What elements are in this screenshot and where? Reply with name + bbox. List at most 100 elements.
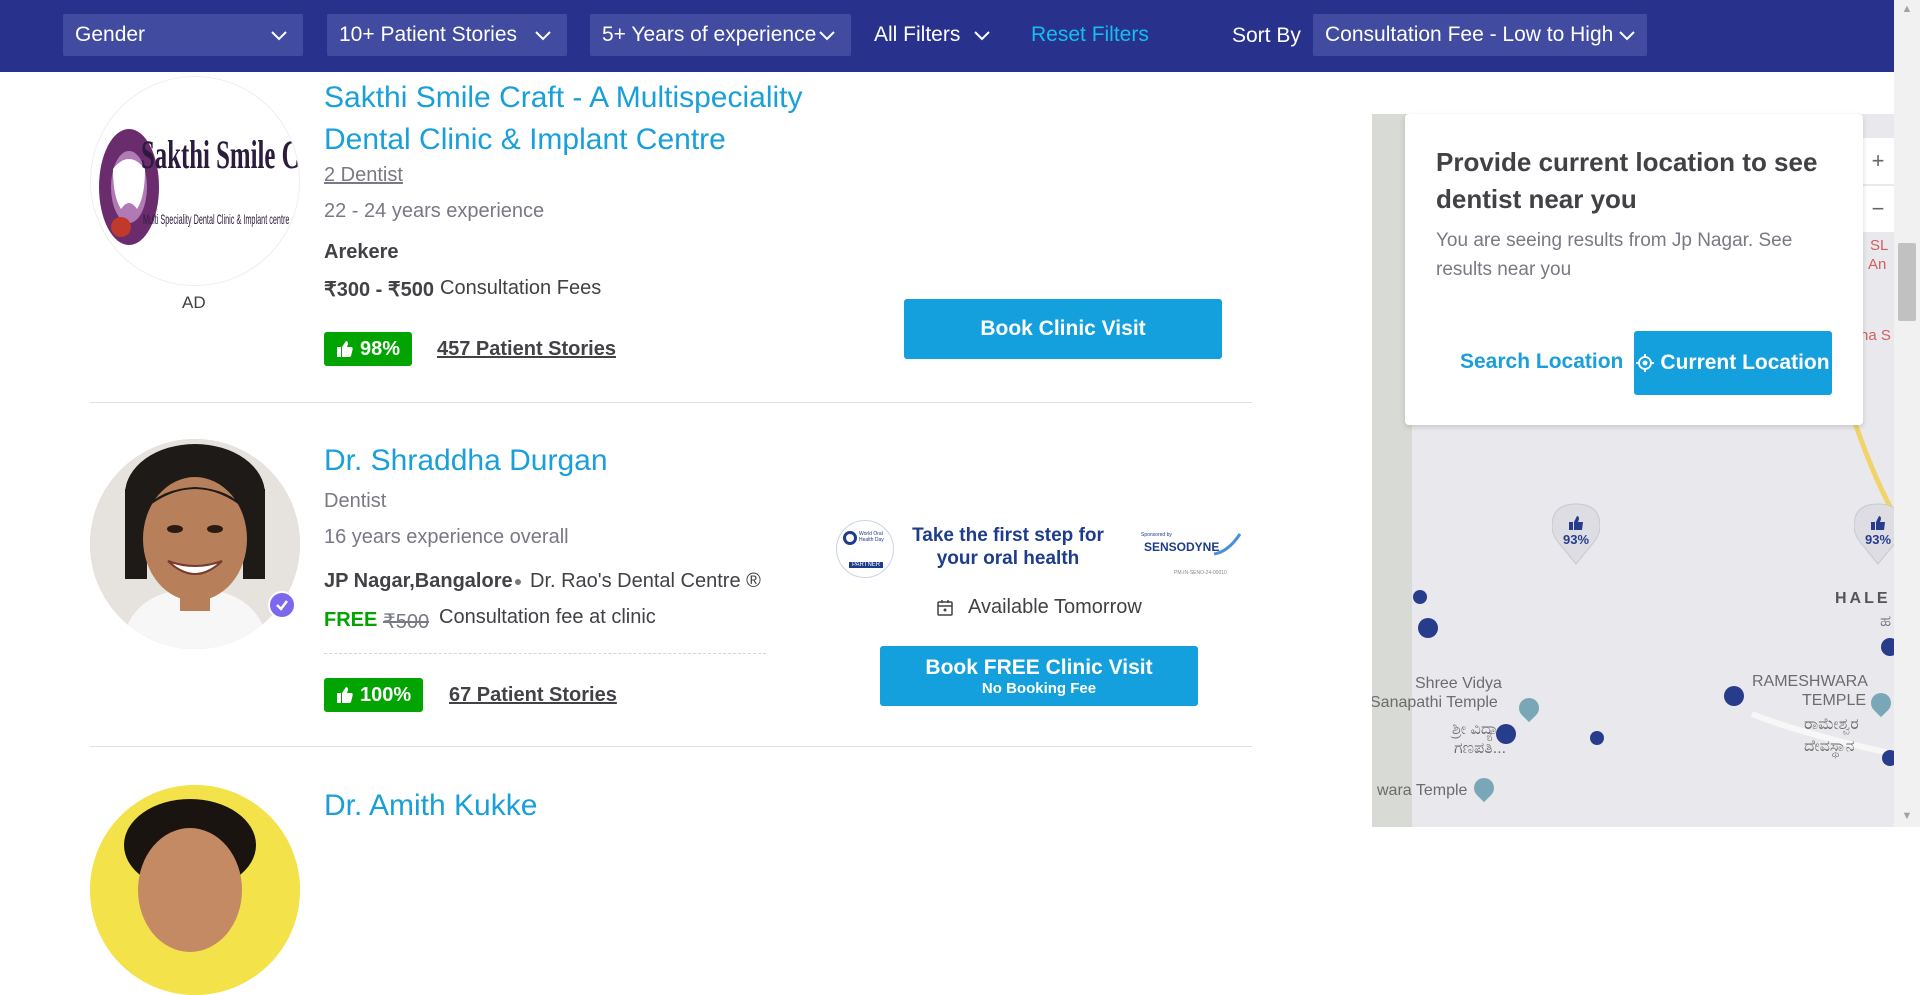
clinic-fee-range: ₹300 - ₹500 [324, 279, 434, 301]
no-booking-fee-label: No Booking Fee [981, 679, 1097, 697]
map-dot[interactable] [1724, 686, 1744, 706]
sort-select[interactable]: Consultation Fee - Low to High [1313, 14, 1647, 56]
map-label: ಗಣಪತಿ... [1454, 740, 1507, 757]
calendar-icon [937, 599, 953, 616]
map-label: TEMPLE [1802, 692, 1867, 709]
doctor-experience: 16 years experience overall [324, 526, 569, 548]
sort-select-value: Consultation Fee - Low to High [1325, 23, 1614, 46]
promo-line-2: your oral health [936, 548, 1080, 569]
map-label: wara Temple [1377, 782, 1468, 799]
promo-code: PM-IN-SENO-24-00010 [1174, 570, 1227, 576]
availability-row: Available Tomorrow [936, 596, 1142, 619]
badge-top-text: World Oral Health Day [859, 531, 884, 543]
current-location-label: Current Location [1660, 351, 1830, 374]
chevron-down-icon [1619, 31, 1635, 41]
clinic-location: Arekere [324, 241, 399, 263]
map-label: Shree Vidya [1415, 675, 1502, 692]
map-label: ಶ್ರೀ ವಿದ್ಯಾ [1452, 721, 1500, 738]
map-label: ರಾಮೇಶ್ವರ [1804, 716, 1859, 733]
doctor-fee-label: Consultation fee at clinic [439, 606, 656, 628]
map-dot[interactable] [1418, 618, 1438, 638]
scrollbar-thumb[interactable] [1898, 243, 1916, 321]
fee-strikethrough: ₹500 [383, 611, 430, 633]
clinic-name-line2[interactable]: Dental Clinic & Implant Centre [324, 119, 726, 161]
filter-bar: Gender 10+ Patient Stories 5+ Years of e… [0, 0, 1894, 72]
promo-line-1: Take the first step for [912, 525, 1104, 546]
card-divider [90, 402, 1252, 403]
scroll-up-arrow-icon[interactable]: ▲ [1900, 2, 1914, 16]
dashed-divider [324, 653, 766, 654]
map-label: ಹ [1880, 613, 1892, 630]
doctor-name[interactable]: Dr. Shraddha Durgan [324, 440, 608, 482]
map-dot[interactable] [1496, 724, 1516, 744]
doctor-photo[interactable] [90, 785, 300, 995]
sort-by-label: Sort By [1232, 24, 1301, 47]
logo-text: Sakthi Smile Craft [141, 132, 300, 177]
locate-icon [1636, 354, 1655, 372]
map-dot[interactable] [1590, 731, 1604, 745]
all-filters-button[interactable]: All Filters [874, 14, 992, 56]
map-pin-rating: 93% [1864, 532, 1892, 547]
fee-free-label: FREE [324, 609, 378, 631]
patient-stories-link[interactable]: 457 Patient Stories [437, 338, 616, 361]
dentist-count-link[interactable]: 2 Dentist [324, 164, 403, 187]
separator-dot [515, 579, 521, 585]
gender-filter-label: Gender [75, 23, 146, 46]
chevron-down-icon [974, 31, 991, 41]
rating-value: 100% [360, 683, 412, 706]
promo-headline: Take the first step for your oral health [908, 524, 1108, 570]
badge-ring-icon [843, 531, 857, 545]
clinic-experience: 22 - 24 years experience [324, 200, 545, 222]
scroll-down-arrow-icon[interactable]: ▼ [1900, 809, 1914, 823]
zoom-out-button[interactable]: − [1862, 186, 1894, 232]
verified-badge-icon [268, 591, 296, 619]
current-location-button[interactable]: Current Location [1634, 331, 1832, 395]
map-pin[interactable]: 93% [1853, 502, 1894, 566]
all-filters-label: All Filters [874, 23, 961, 46]
map-pin-rating: 93% [1562, 532, 1590, 547]
doctor-clinic-name[interactable]: Dr. Rao's Dental Centre ® [530, 570, 761, 593]
book-free-clinic-visit-button[interactable]: Book FREE Clinic Visit No Booking Fee [880, 646, 1198, 706]
map-dot[interactable] [1881, 638, 1894, 656]
doctor-portrait [90, 785, 300, 995]
doctor-photo[interactable] [90, 439, 300, 649]
patient-stories-filter[interactable]: 10+ Patient Stories [327, 14, 567, 56]
patient-stories-link[interactable]: 67 Patient Stories [449, 684, 617, 707]
map-pin[interactable]: 93% [1551, 502, 1601, 566]
scrollbar-track[interactable] [1894, 0, 1920, 827]
sensodyne-logo: SENSODYNE [1144, 540, 1220, 554]
logo-subtext: Multi Speciality Dental Clinic & Implant… [143, 211, 290, 227]
card-divider [90, 746, 1252, 747]
gender-filter[interactable]: Gender [63, 14, 303, 56]
book-clinic-visit-button[interactable]: Book Clinic Visit [904, 299, 1222, 359]
doctor-name[interactable]: Dr. Amith Kukke [324, 785, 537, 827]
map-label: HALE [1835, 590, 1891, 607]
reset-filters-link[interactable]: Reset Filters [1031, 14, 1149, 56]
sponsor-banner[interactable]: World Oral Health Day PARTNER Take the f… [836, 518, 1246, 580]
patient-stories-filter-label: 10+ Patient Stories [339, 23, 518, 46]
zoom-in-button[interactable]: + [1862, 138, 1894, 184]
location-popup-title: Provide current location to see dentist … [1436, 147, 1818, 214]
thumbs-up-icon [337, 687, 353, 703]
map-label: ದೇವಸ್ಥಾನ [1804, 738, 1855, 755]
experience-filter[interactable]: 5+ Years of experience [590, 14, 851, 56]
rating-value: 98% [360, 337, 401, 360]
map-label: An [1868, 256, 1887, 273]
chevron-down-icon [819, 31, 835, 41]
experience-filter-label: 5+ Years of experience [602, 23, 817, 46]
clinic-name-line1[interactable]: Sakthi Smile Craft - A Multispeciality [324, 77, 803, 119]
map-dot[interactable] [1413, 590, 1427, 604]
sponsored-by-text: Sponsored by [1141, 532, 1172, 538]
clinic-fee-label: Consultation Fees [440, 277, 602, 299]
book-free-clinic-visit-label: Book FREE Clinic Visit [925, 655, 1153, 679]
clinic-logo[interactable]: Sakthi Smile Craft Multi Speciality Dent… [90, 76, 300, 286]
rating-badge: 100% [324, 678, 424, 712]
sensodyne-swoosh-icon [1213, 533, 1242, 556]
search-location-link[interactable]: Search Location [1460, 350, 1623, 374]
thumbs-up-icon [337, 341, 353, 357]
location-popup: Provide current location to see dentist … [1405, 114, 1863, 425]
map-dot[interactable] [1882, 750, 1894, 766]
chevron-down-icon [535, 31, 551, 41]
book-clinic-visit-label: Book Clinic Visit [980, 317, 1146, 340]
map-label: SL [1870, 237, 1889, 254]
